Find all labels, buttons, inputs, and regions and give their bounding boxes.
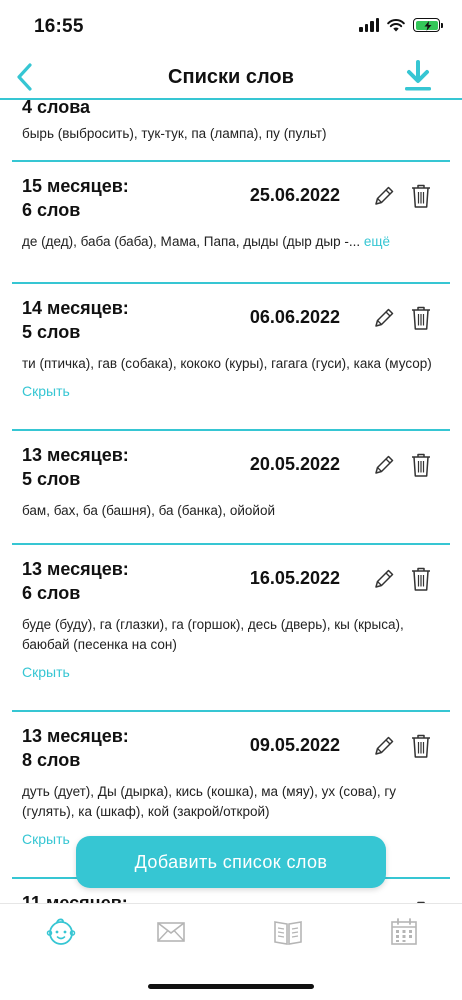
entry-words: дуть (дует), Ды (дырка), кись (кошка), м… (22, 784, 397, 819)
page-title: Списки слов (168, 66, 294, 88)
status-icons (359, 18, 443, 32)
home-indicator (148, 984, 314, 989)
entry-date: 09.05.2022 (249, 735, 340, 755)
word-lists[interactable]: 4 слова бырь (выбросить), тук-тук, па (л… (0, 100, 462, 903)
entry-date: 06.06.2022 (249, 307, 340, 327)
book-icon (274, 921, 302, 945)
word-list-entry[interactable]: 13 месяцев: 6 слов 16.05.2022 буде (буду), … (0, 545, 462, 710)
entry-count: 5 слов (22, 469, 81, 489)
entry-count: 5 слов (22, 322, 81, 342)
edit-pencil-icon[interactable] (372, 567, 396, 591)
entry-age: 11 месяцев:6 слов (22, 893, 128, 903)
word-list-entry[interactable]: 15 месяцев: 6 слов 25.06.2022 де (дед), баб… (0, 162, 462, 282)
trash-icon[interactable] (410, 566, 432, 592)
trash-icon[interactable] (410, 183, 432, 209)
trash-icon[interactable] (410, 452, 432, 478)
entry-count: 4 слова (22, 100, 91, 117)
hide-link[interactable]: Скрыть (22, 383, 440, 399)
entry-words: бам, бах, ба (башня), ба (банка), ойойой (22, 503, 276, 518)
entry-age: 13 месяцев: 6 слов (22, 559, 129, 603)
battery-icon (413, 18, 443, 32)
edit-pencil-icon[interactable] (372, 734, 396, 758)
entry-count: 8 слов (22, 750, 81, 770)
word-list-entry[interactable]: 14 месяцев: 5 слов 06.06.2022 ти (птичка), … (0, 284, 462, 429)
add-word-list-button[interactable]: Добавить список слов (76, 836, 386, 888)
edit-pencil-icon[interactable] (372, 306, 396, 330)
edit-pencil-icon[interactable] (372, 184, 396, 208)
entry-age: 14 месяцев: 5 слов (22, 298, 129, 342)
tab-book[interactable] (271, 916, 305, 948)
entry-date: 25.06.2022 (249, 185, 340, 205)
mail-icon (157, 922, 185, 942)
trash-icon[interactable] (410, 305, 432, 331)
entry-words: ти (птичка), гав (собака), кококо (куры)… (22, 356, 432, 371)
entry-age: 15 месяцев: 6 слов (22, 176, 129, 220)
trash-icon[interactable] (410, 733, 432, 759)
tab-calendar[interactable] (387, 916, 421, 948)
wifi-icon (387, 19, 405, 32)
charging-bolt-icon (424, 20, 431, 31)
download-icon[interactable] (404, 60, 432, 96)
edit-pencil-icon[interactable] (372, 453, 396, 477)
entry-count: 6 слов (22, 583, 81, 603)
tab-bar (0, 903, 462, 963)
entry-words: бырь (выбросить), тук-тук, па (лампа), п… (22, 126, 327, 141)
entry-words: буде (буду), га (глазки), га (горшок), д… (22, 617, 404, 652)
entry-age: 13 месяцев: 8 слов (22, 726, 129, 770)
entry-age: 13 месяцев: 5 слов (22, 445, 129, 489)
cellular-signal-icon (359, 18, 379, 32)
tab-baby[interactable] (44, 916, 78, 948)
calendar-icon (391, 918, 417, 945)
app-header: Списки слов (0, 52, 462, 102)
show-more-link[interactable]: ещё (364, 234, 390, 249)
word-list-entry[interactable]: 13 месяцев: 5 слов 20.05.2022 бам, бах, ба … (0, 431, 462, 543)
word-list-entry[interactable]: 4 слова бырь (выбросить), тук-тук, па (л… (0, 100, 462, 144)
entry-date: 20.05.2022 (249, 454, 340, 474)
baby-icon (46, 918, 76, 945)
tab-mail[interactable] (154, 916, 188, 948)
entry-count: 6 слов (22, 200, 81, 220)
entry-words: де (дед), баба (баба), Мама, Папа, дыды … (22, 234, 391, 249)
hide-link[interactable]: Скрыть (22, 664, 440, 680)
status-bar: 16:55 (0, 0, 462, 52)
status-time: 16:55 (34, 16, 84, 37)
entry-date: 16.05.2022 (249, 568, 340, 588)
